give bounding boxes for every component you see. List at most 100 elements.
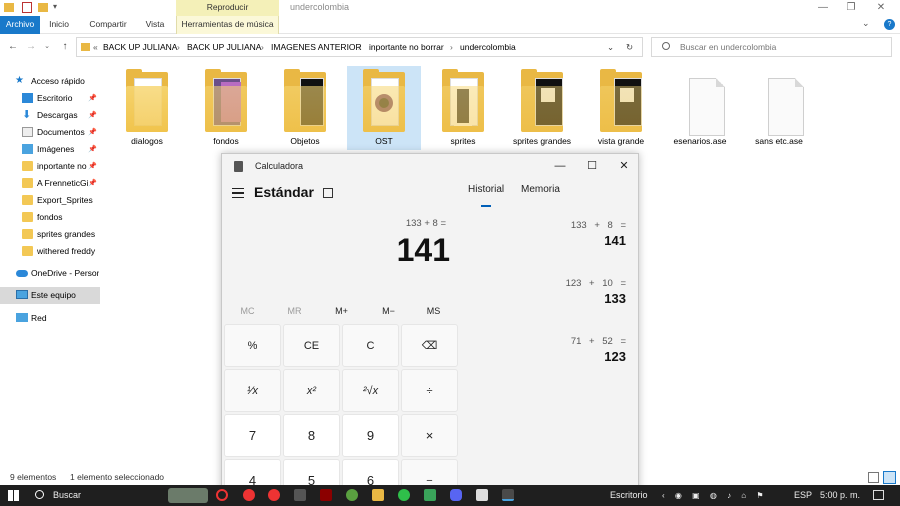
whatsapp-icon[interactable] [398,489,410,501]
breadcrumb-item[interactable]: inportante no borrar [369,38,444,56]
search-icon[interactable] [35,490,44,499]
tab-inicio[interactable]: Inicio [44,16,74,34]
calc-maximize-button[interactable]: ☐ [576,154,608,180]
clear-button[interactable]: C [342,324,399,367]
tab-historial[interactable]: Historial [468,184,504,195]
back-arrow-icon[interactable]: ← [6,39,20,55]
reciprocal-button[interactable]: ¹⁄x [224,369,281,412]
up-arrow-icon[interactable]: ↑ [58,39,72,55]
chrome-icon[interactable] [346,489,358,501]
desktop-toolbar-label[interactable]: Escritorio [610,485,648,506]
sidebar-item-acceso-rapido[interactable]: ★ Acceso rápido [0,73,100,90]
weather-widget-icon[interactable] [168,488,208,503]
breadcrumb-item[interactable]: BACK UP JULIANA [103,38,177,56]
folder-item-dialogos[interactable]: dialogos [110,66,184,150]
quick-access-dropdown-icon[interactable]: ▾ [53,2,57,11]
tab-vista[interactable]: Vista [140,16,170,34]
sidebar-item-descargas[interactable]: ⬇ Descargas 📌 [0,107,100,124]
folder-item-objetos[interactable]: Objetos [268,66,342,150]
sidebar-item-fondos[interactable]: fondos [0,209,100,226]
refresh-icon[interactable]: ↻ [626,38,633,56]
properties-icon[interactable] [22,2,32,13]
multiply-button[interactable]: × [401,414,458,457]
breadcrumb-item[interactable]: BACK UP JULIANA [187,38,261,56]
backspace-button[interactable]: ⌫ [401,324,458,367]
keep-on-top-icon[interactable] [323,188,333,198]
memory-subtract-button[interactable]: M− [365,302,412,320]
adobe-animate-icon[interactable] [320,489,332,501]
address-dropdown-icon[interactable]: ⌄ [607,38,614,56]
memory-recall-button[interactable]: MR [271,302,318,320]
square-button[interactable]: x² [283,369,340,412]
details-view-icon[interactable] [868,472,879,483]
tab-memoria[interactable]: Memoria [521,184,560,195]
tab-archivo[interactable]: Archivo [0,16,40,34]
address-bar[interactable]: « BACK UP JULIANA › BACK UP JULIANA › IM… [76,37,643,57]
app-icon[interactable] [476,489,488,501]
recent-locations-icon[interactable]: ⌄ [40,39,54,55]
opera-icon[interactable] [216,489,228,501]
tray-icons[interactable]: ‹ ◉ ▣ ◍ ♪ ⌂ ⚑ [662,485,768,506]
file-item-sans-etc-ase[interactable]: sans etc.ase [742,66,816,150]
seven-button[interactable]: 7 [224,414,281,457]
breadcrumb-item[interactable]: undercolombia [460,38,516,56]
folder-item-vista-grande[interactable]: vista grande [584,66,658,150]
sidebar-item-inportante-no[interactable]: inportante no 📌 [0,158,100,175]
close-button[interactable]: ✕ [866,0,896,16]
language-indicator[interactable]: ESP [794,485,812,506]
folder-item-ost[interactable]: OST [347,66,421,150]
sidebar-item-red[interactable]: Red [0,310,100,327]
heart-app-icon[interactable] [243,489,255,501]
search-box[interactable]: Buscar en undercolombia [651,37,892,57]
history-entry[interactable]: 133 + 8 = 141 [476,220,626,250]
file-item-esenarios-ase[interactable]: esenarios.ase [663,66,737,150]
notifications-icon[interactable] [873,490,884,500]
calc-close-button[interactable]: ✕ [608,154,638,180]
breadcrumb-item[interactable]: IMAGENES ANTERIOR [271,38,362,56]
history-entry[interactable]: 71 + 52 = 123 [476,336,626,366]
folder-item-fondos[interactable]: fondos [189,66,263,150]
calc-minimize-button[interactable]: — [544,154,576,180]
clock[interactable]: 5:00 p. m. [820,485,860,506]
sidebar-item-imagenes[interactable]: Imágenes 📌 [0,141,100,158]
large-icons-view-icon[interactable] [883,471,896,484]
memory-store-button[interactable]: MS [410,302,457,320]
divide-button[interactable]: ÷ [401,369,458,412]
file-explorer-icon[interactable] [372,489,384,501]
help-icon[interactable]: ? [884,19,895,30]
history-entry[interactable]: 123 + 10 = 133 [476,278,626,308]
folder-item-sprites-grandes[interactable]: sprites grandes [505,66,579,150]
sidebar-item-frenneticgi[interactable]: A FrenneticGi 📌 [0,175,100,192]
clear-entry-button[interactable]: CE [283,324,340,367]
sidebar-item-onedrive[interactable]: OneDrive - Person [0,265,100,282]
breadcrumb-overflow[interactable]: « [93,38,98,56]
memory-clear-button[interactable]: MC [224,302,271,320]
folder-item-sprites[interactable]: sprites [426,66,500,150]
sidebar-item-sprites-grandes[interactable]: sprites grandes [0,226,100,243]
eight-button[interactable]: 8 [283,414,340,457]
game-app-icon[interactable] [294,489,306,501]
sidebar-item-export-sprites[interactable]: Export_Sprites [0,192,100,209]
square-root-button[interactable]: ²√x [342,369,399,412]
new-folder-icon[interactable] [38,3,48,12]
memory-add-button[interactable]: M+ [318,302,365,320]
sidebar-item-documentos[interactable]: Documentos 📌 [0,124,100,141]
menu-icon[interactable] [232,188,244,198]
ribbon-expand-icon[interactable]: ⌄ [862,18,870,29]
nine-button[interactable]: 9 [342,414,399,457]
percent-button[interactable]: % [224,324,281,367]
sidebar-item-este-equipo[interactable]: Este equipo [0,287,100,304]
green-app-icon[interactable] [424,489,436,501]
calculator-taskbar-icon[interactable] [502,489,514,501]
minimize-button[interactable]: — [808,0,838,16]
discord-icon[interactable] [450,489,462,501]
sidebar-item-escritorio[interactable]: Escritorio 📌 [0,90,100,107]
maximize-button[interactable]: ❐ [836,0,866,16]
heart-app-icon[interactable] [268,489,280,501]
forward-arrow-icon[interactable]: → [24,39,38,55]
windows-start-icon[interactable] [8,490,19,501]
tab-compartir[interactable]: Compartir [84,16,132,34]
sidebar-item-withered-freddy[interactable]: withered freddy [0,243,100,260]
tab-herramientas-de-musica[interactable]: Herramientas de música [176,16,279,34]
taskbar-search-label[interactable]: Buscar [53,485,81,506]
